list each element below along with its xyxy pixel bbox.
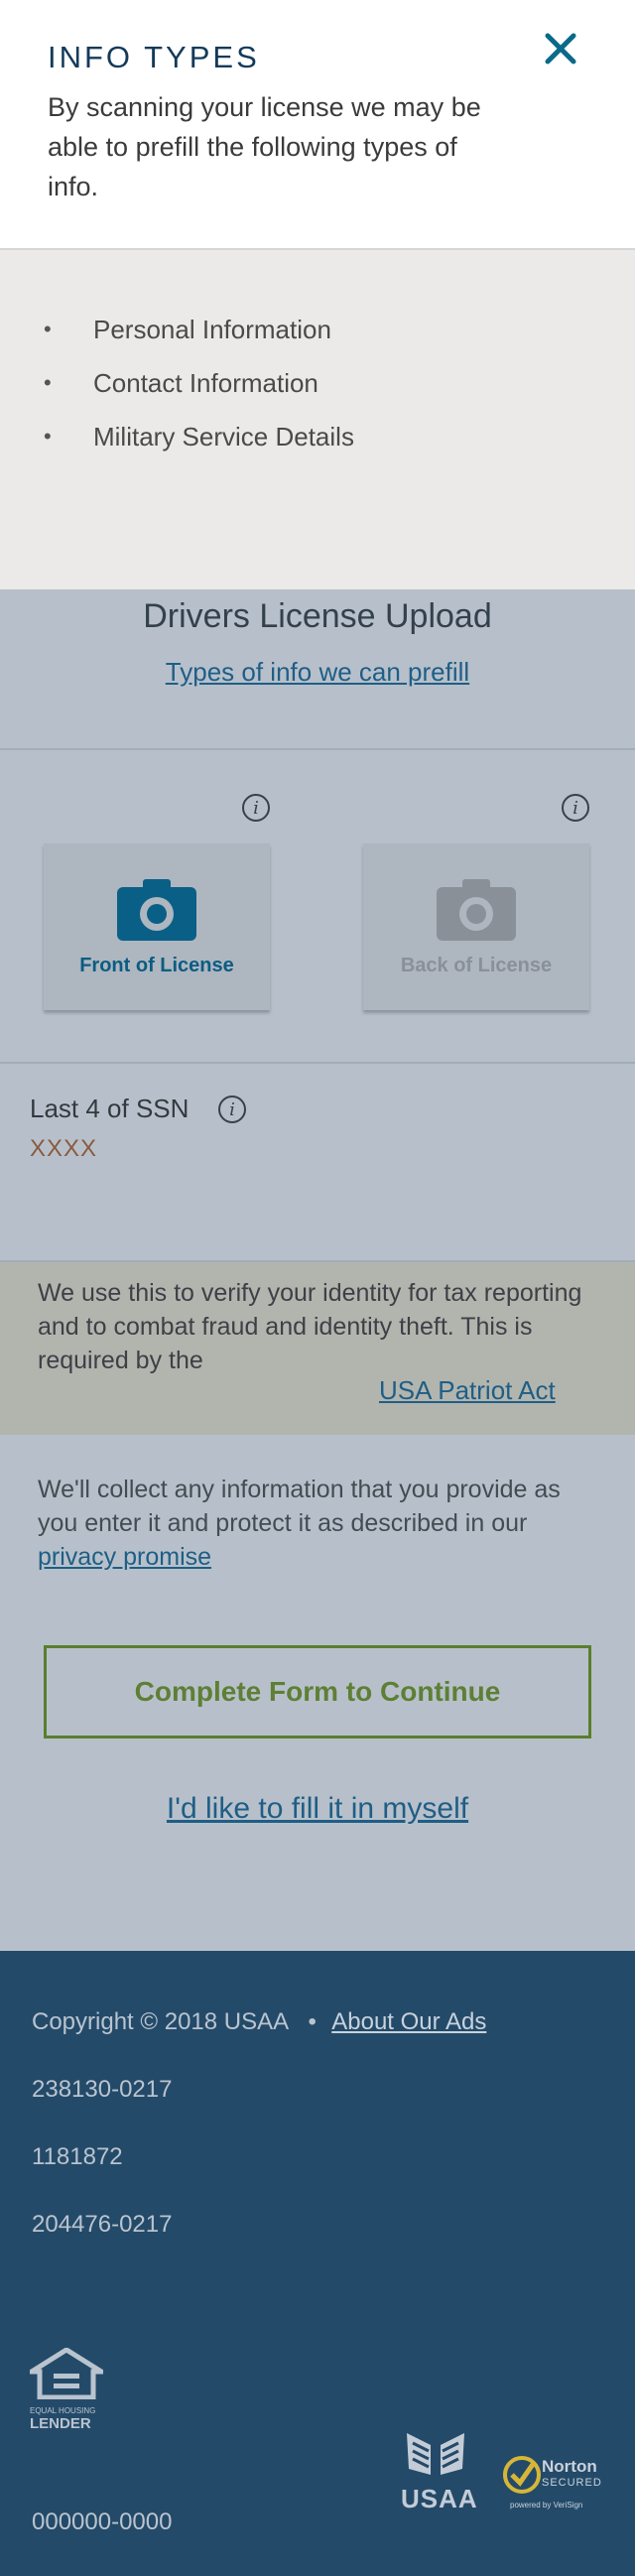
front-info-icon[interactable]: i [242,794,270,822]
equal-housing-lender-logo: EQUAL HOUSING LENDER [23,2347,110,2432]
info-types-list: • Personal Information • Contact Informati… [44,310,354,470]
list-item-label: Contact Information [93,368,318,398]
norton-text: Norton [542,2457,597,2476]
front-of-license-label: Front of License [79,955,234,976]
front-of-license-button[interactable]: Front of License [44,843,270,1010]
about-our-ads-link[interactable]: About Our Ads [331,2008,486,2035]
modal-description: By scanning your license we may be able … [48,92,481,201]
list-item: • Military Service Details [44,417,354,470]
copyright-text: Copyright © 2018 USAA [32,2008,288,2035]
patriot-act-link[interactable]: USA Patriot Act [379,1375,556,1406]
back-of-license-label: Back of License [400,955,553,976]
bullet-icon: • [44,317,52,341]
complete-form-button[interactable]: Complete Form to Continue [44,1645,591,1739]
list-item: • Contact Information [44,363,354,417]
info-types-list-panel: • Personal Information • Contact Informati… [0,250,635,589]
lender-text: LENDER [30,2415,91,2432]
camera-icon [437,879,516,941]
fill-myself-link[interactable]: I'd like to fill it in myself [0,1792,635,1826]
back-of-license-button[interactable]: Back of License [363,843,589,1010]
camera-icon [117,879,196,941]
equal-housing-text: EQUAL HOUSING [30,2406,96,2415]
notice-text: We use this to verify your identity for … [38,1279,582,1374]
back-info-icon[interactable]: i [562,794,589,822]
privacy-notice: We'll collect any information that you p… [38,1473,603,1574]
powered-by-text: powered by VeriSign [510,2501,583,2510]
modal-title: INFO TYPES [48,40,260,74]
bullet-icon: • [44,370,52,395]
list-item: • Personal Information [44,310,354,363]
secured-text: SECURED [542,2477,602,2489]
license-upload-page: Drivers License Upload Types of info we … [0,589,635,1951]
divider [0,748,635,750]
footer-phone: 000000-0000 [32,2509,173,2535]
close-icon [545,33,576,64]
ssn-label: Last 4 of SSN [30,1094,190,1123]
patriot-act-notice: We use this to verify your identity for … [0,1262,635,1435]
page-title: Drivers License Upload [143,597,492,635]
close-button[interactable] [534,22,587,75]
info-types-modal-header: INFO TYPES By scanning your license we m… [0,0,635,250]
ssn-input[interactable]: XXXX [30,1135,97,1163]
bullet-icon: • [44,424,52,449]
eagle-icon [407,2433,464,2475]
footer-code: 238130-0217 [32,2076,173,2103]
footer-code: 204476-0217 [32,2211,173,2238]
list-item-label: Personal Information [93,315,331,344]
privacy-notice-text: We'll collect any information that you p… [38,1476,561,1537]
footer-copyright-row: Copyright © 2018 USAA • About Our Ads [32,2008,486,2036]
ssn-info-icon[interactable]: i [218,1095,246,1123]
footer: Copyright © 2018 USAA • About Our Ads 23… [0,1951,635,2576]
equal-housing-icon [23,2347,110,2400]
footer-code: 1181872 [32,2143,123,2170]
usaa-wordmark: USAA [401,2484,478,2513]
usaa-logo: USAA [401,2429,480,2518]
norton-secured-badge[interactable]: Norton SECURED powered by VeriSign [502,2455,605,2514]
norton-check-icon [503,2456,541,2494]
privacy-promise-link[interactable]: privacy promise [38,1543,211,1571]
divider [0,1062,635,1064]
separator: • [308,2008,317,2035]
list-item-label: Military Service Details [93,422,354,451]
prefill-info-link[interactable]: Types of info we can prefill [0,657,635,688]
